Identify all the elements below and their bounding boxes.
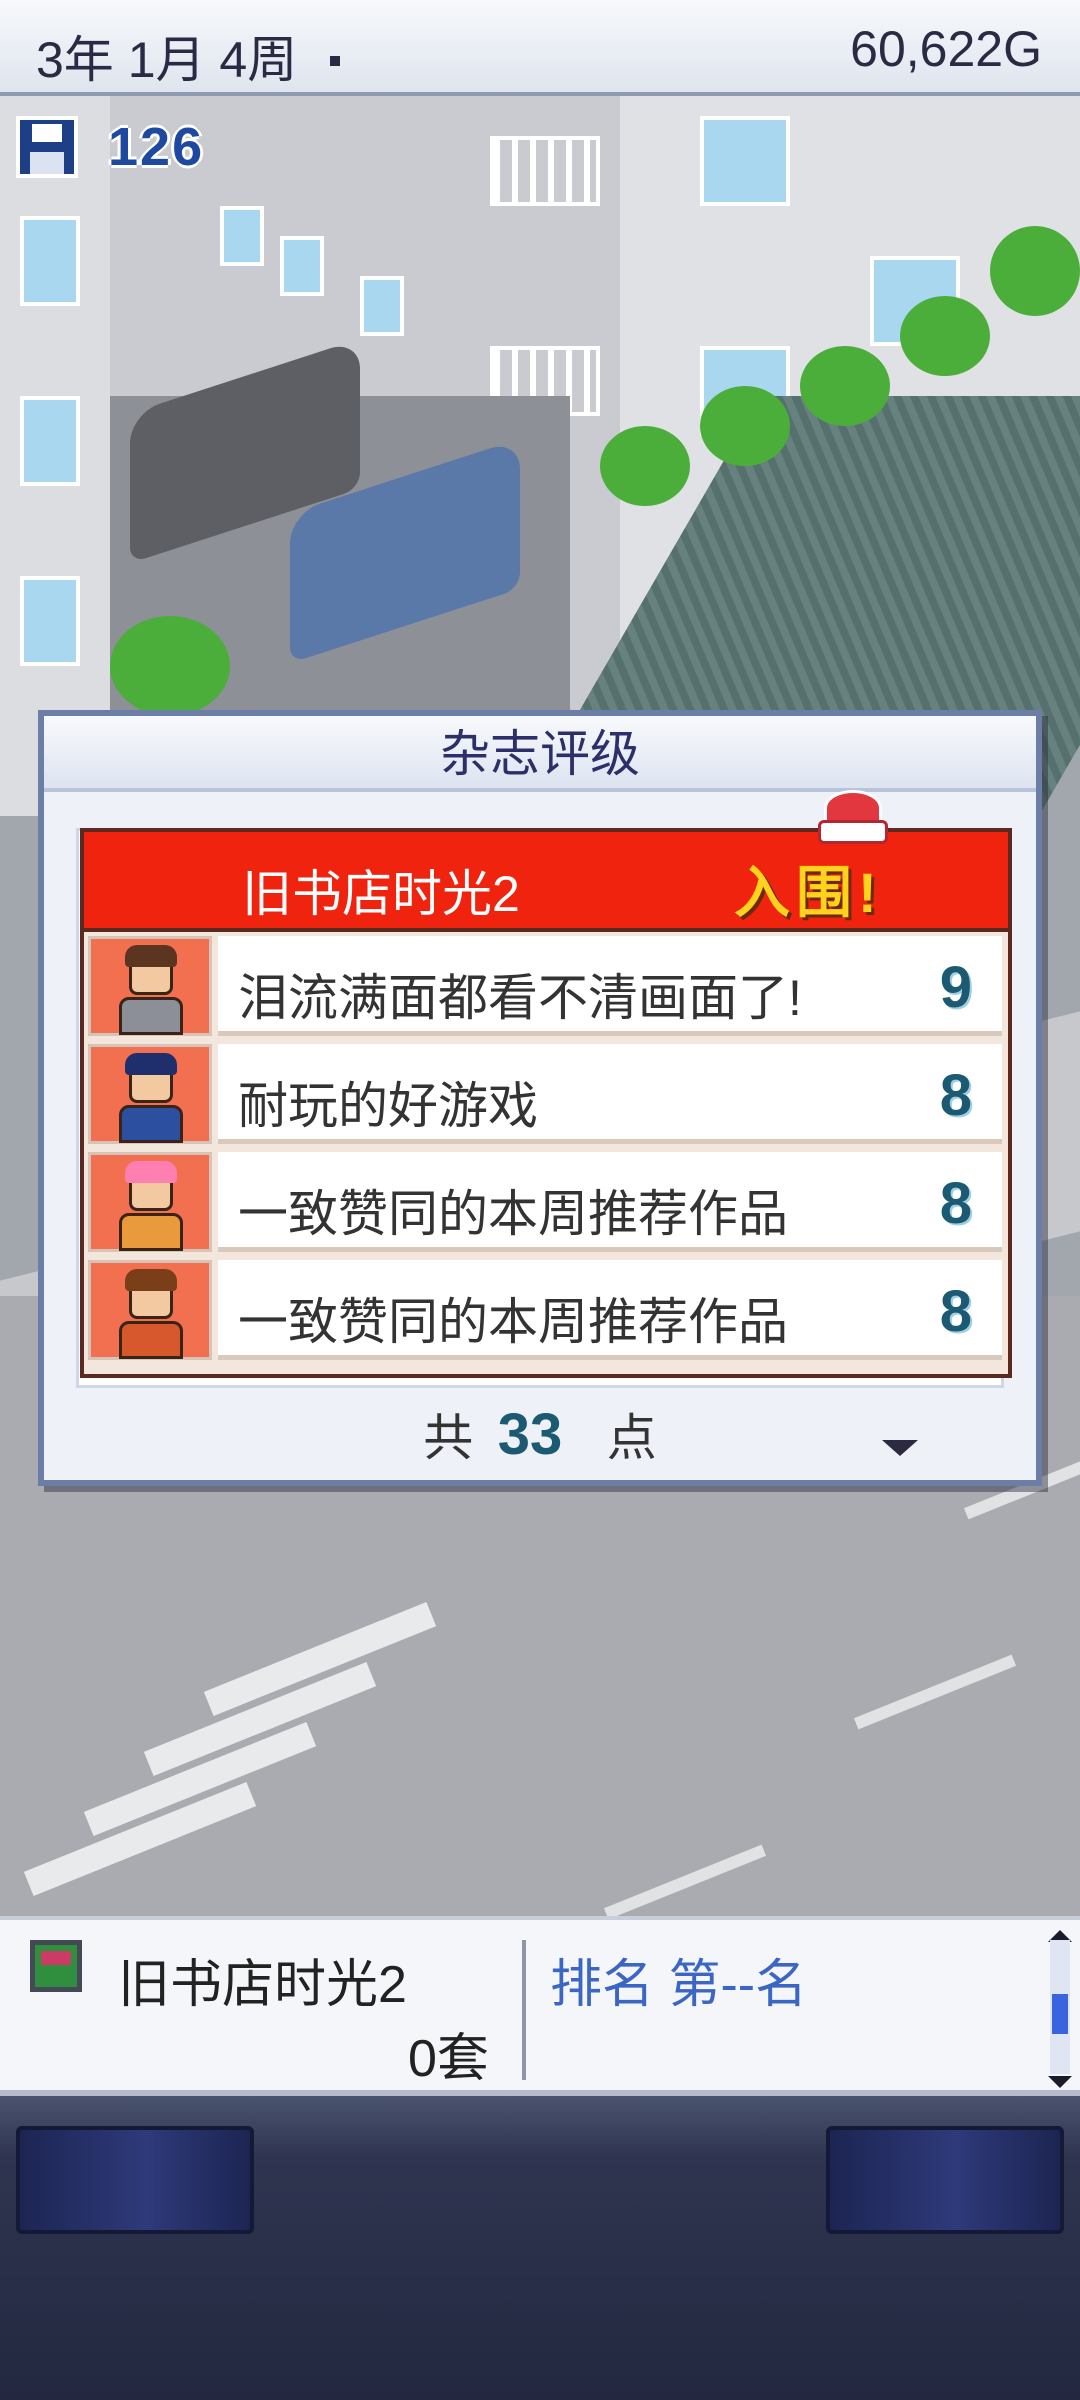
building [0, 96, 116, 816]
total-score: 33 [497, 1401, 563, 1467]
tree [990, 226, 1080, 316]
total-prefix: 共 [423, 1410, 474, 1466]
review-score: 8 [939, 1171, 972, 1236]
money-display: 60,622G [850, 21, 1042, 77]
review-row: 一致赞同的本周推荐作品 8 [84, 1256, 1008, 1364]
window [20, 396, 80, 486]
review-comment-box: 一致赞同的本周推荐作品 8 [218, 1260, 1002, 1360]
tree [900, 296, 990, 376]
left-menu-button[interactable] [16, 2126, 254, 2234]
review-row: 泪流满面都看不清画面了! 9 [84, 932, 1008, 1040]
review-comment-box: 耐玩的好游戏 8 [218, 1044, 1002, 1144]
info-game-title: 旧书店时光2 [118, 1956, 407, 2014]
window [220, 206, 264, 266]
review-comment: 耐玩的好游戏 [238, 1078, 538, 1134]
reviewer-avatar [88, 936, 212, 1036]
reviewer-avatar [88, 1152, 212, 1252]
nominated-badge: 入围! [734, 861, 883, 924]
game-date: 3年 1月 4周 [36, 32, 298, 88]
status-bar: 3年 1月 4周 60,622G [0, 0, 1080, 96]
review-comment: 一致赞同的本周推荐作品 [238, 1294, 788, 1350]
tree [600, 426, 690, 506]
game-info-panel[interactable]: 旧书店时光2 0套 排名 第--名 [0, 1916, 1080, 2096]
review-row: 一致赞同的本周推荐作品 8 [84, 1148, 1008, 1256]
info-rank: 排名 第--名 [550, 1956, 808, 2014]
window [280, 236, 324, 296]
window [20, 216, 80, 306]
next-page-arrow-icon[interactable] [882, 1440, 918, 1456]
scroll-down-icon[interactable] [1048, 2076, 1072, 2088]
crown-icon [812, 784, 894, 854]
review-panel: 旧书店时光2 入围! 泪流满面都看不清画面了! 9 耐玩的好游戏 8 一致赞同的… [80, 828, 1012, 1378]
window [700, 116, 790, 206]
magazine-rating-dialog[interactable]: 杂志评级 旧书店时光2 入围! 泪流满面都看不清画面了! 9 耐玩的好游戏 8 … [38, 710, 1042, 1486]
dialog-title: 杂志评级 [44, 716, 1036, 792]
balcony [490, 136, 600, 206]
review-comment-box: 泪流满面都看不清画面了! 9 [218, 936, 1002, 1036]
scrollbar-thumb[interactable] [1052, 1994, 1068, 2034]
window [360, 276, 404, 336]
control-bar [0, 2096, 1080, 2400]
game-name: 旧书店时光2 [242, 866, 520, 922]
total-score-line: 共 33 点 [44, 1398, 1036, 1468]
total-suffix: 点 [606, 1410, 657, 1466]
date-dot [330, 56, 340, 66]
save-count: 126 [108, 117, 205, 177]
review-comment-box: 一致赞同的本周推荐作品 8 [218, 1152, 1002, 1252]
review-row: 耐玩的好游戏 8 [84, 1040, 1008, 1148]
tree [800, 346, 890, 426]
right-menu-button[interactable] [826, 2126, 1064, 2234]
review-comment: 泪流满面都看不清画面了! [238, 970, 802, 1026]
review-score: 9 [939, 955, 972, 1020]
review-score: 8 [939, 1279, 972, 1344]
reviewer-avatar [88, 1044, 212, 1144]
review-comment: 一致赞同的本周推荐作品 [238, 1186, 788, 1242]
game-cartridge-icon [30, 1940, 82, 1992]
divider [522, 1940, 526, 2080]
floppy-disk-icon [16, 116, 78, 178]
review-score: 8 [939, 1063, 972, 1128]
info-sales: 0套 [408, 2030, 489, 2088]
tree [700, 386, 790, 466]
tree [110, 616, 230, 716]
window [20, 576, 80, 666]
reviewer-avatar [88, 1260, 212, 1360]
